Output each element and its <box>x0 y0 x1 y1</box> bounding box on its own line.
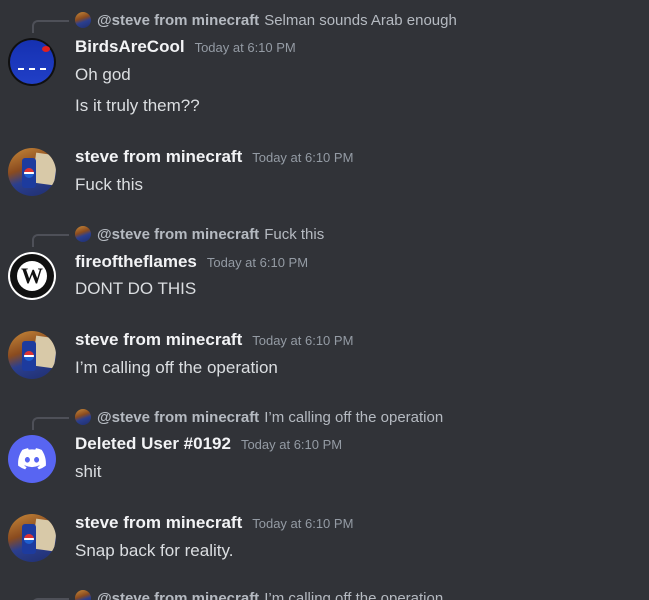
avatar-red-dot <box>42 46 50 52</box>
timestamp: Today at 6:10 PM <box>194 40 296 55</box>
discord-logo-avatar[interactable] <box>8 435 56 483</box>
chat-message-list: @steve from minecraft Selman sounds Arab… <box>0 0 649 600</box>
steve-avatar[interactable] <box>8 331 56 379</box>
timestamp: Today at 6:10 PM <box>206 255 309 270</box>
w-letter-icon: W <box>17 261 47 291</box>
reply-text[interactable]: Selman sounds Arab enough <box>264 12 457 29</box>
reply-text[interactable]: I’m calling off the operation <box>264 409 443 426</box>
timestamp: Today at 6:10 PM <box>252 333 354 348</box>
message-header: Deleted User #0192 Today at 6:10 PM <box>75 434 342 456</box>
reply-preview[interactable]: @steve from minecraft Fuck this <box>32 224 324 247</box>
timestamp: Today at 6:10 PM <box>252 150 354 165</box>
wildford-avatar[interactable]: W <box>8 252 56 300</box>
reply-spine <box>32 417 69 430</box>
username[interactable]: steve from minecraft <box>75 147 242 167</box>
reply-preview[interactable]: @steve from minecraft I’m calling off th… <box>32 588 443 600</box>
timestamp: Today at 6:10 PM <box>252 516 354 531</box>
reply-mention[interactable]: @steve from minecraft <box>97 590 259 600</box>
message-header: steve from minecraft Today at 6:10 PM <box>75 513 353 535</box>
birds-avatar[interactable] <box>8 38 56 86</box>
steve-avatar[interactable] <box>8 514 56 562</box>
username[interactable]: Deleted User #0192 <box>75 434 231 454</box>
message-text: DONT DO THIS <box>75 279 197 298</box>
timestamp: Today at 6:10 PM <box>240 437 343 452</box>
steve-avatar-mini <box>75 226 91 242</box>
message-text: I’m calling off the operation <box>75 358 278 377</box>
message-text: Is it truly them?? <box>75 96 200 115</box>
username[interactable]: BirdsAreCool <box>75 37 185 57</box>
message-header: fireoftheflames Today at 6:10 PM <box>75 252 308 274</box>
steve-avatar-mini <box>75 409 91 425</box>
message-text: Snap back for reality. <box>75 541 234 560</box>
username[interactable]: steve from minecraft <box>75 513 242 533</box>
message-text: shit <box>75 462 102 481</box>
message-header: BirdsAreCool Today at 6:10 PM <box>75 37 296 59</box>
discord-logo-icon <box>18 448 46 470</box>
reply-text[interactable]: Fuck this <box>264 226 324 243</box>
reply-spine <box>32 234 69 247</box>
message-header: steve from minecraft Today at 6:10 PM <box>75 330 353 352</box>
username[interactable]: steve from minecraft <box>75 330 242 350</box>
reply-preview[interactable]: @steve from minecraft I’m calling off th… <box>32 407 443 430</box>
avatar-wave <box>18 68 46 74</box>
avatar-can <box>22 341 36 371</box>
reply-spine <box>32 20 69 33</box>
message-text: Fuck this <box>75 175 144 194</box>
avatar-sky <box>10 40 54 84</box>
steve-avatar[interactable] <box>8 148 56 196</box>
avatar-can <box>22 158 36 188</box>
message-text: Oh god <box>75 65 131 84</box>
reply-text[interactable]: I’m calling off the operation <box>264 590 443 600</box>
avatar-ring: W <box>10 254 54 298</box>
steve-avatar-mini <box>75 590 91 600</box>
reply-mention[interactable]: @steve from minecraft <box>97 226 259 243</box>
steve-avatar-mini <box>75 12 91 28</box>
username[interactable]: fireoftheflames <box>75 252 197 272</box>
reply-mention[interactable]: @steve from minecraft <box>97 12 259 29</box>
reply-preview[interactable]: @steve from minecraft Selman sounds Arab… <box>32 10 457 33</box>
reply-mention[interactable]: @steve from minecraft <box>97 409 259 426</box>
message-header: steve from minecraft Today at 6:10 PM <box>75 147 353 169</box>
avatar-can <box>22 524 36 554</box>
